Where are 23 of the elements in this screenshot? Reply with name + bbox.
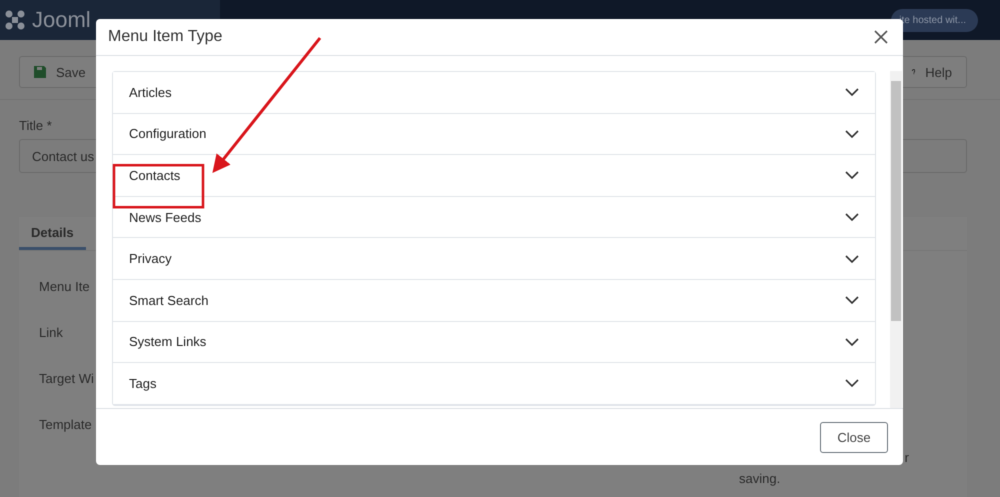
tab[interactable]: Details bbox=[19, 217, 86, 250]
chevron-icon bbox=[845, 130, 859, 138]
chevron-icon bbox=[845, 254, 859, 263]
menu-type-item[interactable]: Articles bbox=[113, 72, 875, 114]
field-label: Template bbox=[39, 417, 92, 432]
modal-title: Menu Item Type bbox=[108, 28, 224, 46]
chevron-icon bbox=[845, 213, 859, 222]
chevron-icon bbox=[845, 338, 859, 346]
close-button[interactable]: Close bbox=[820, 422, 888, 452]
field-label: Title * bbox=[19, 118, 53, 133]
chevron-icon bbox=[845, 379, 859, 388]
scrollbar[interactable] bbox=[890, 71, 902, 408]
chevron-icon bbox=[845, 88, 859, 96]
chevron-icon bbox=[845, 171, 859, 180]
chevron-icon bbox=[845, 296, 859, 304]
field-label: Target Wi bbox=[39, 371, 94, 386]
field-label: Menu Ite bbox=[39, 279, 90, 294]
logo-icon bbox=[4, 9, 26, 31]
field-label: Link bbox=[39, 325, 63, 340]
save-icon bbox=[34, 66, 46, 78]
note-text: saving. bbox=[739, 470, 780, 488]
note-text: r bbox=[904, 449, 909, 467]
logo-text: Jooml bbox=[32, 7, 91, 33]
